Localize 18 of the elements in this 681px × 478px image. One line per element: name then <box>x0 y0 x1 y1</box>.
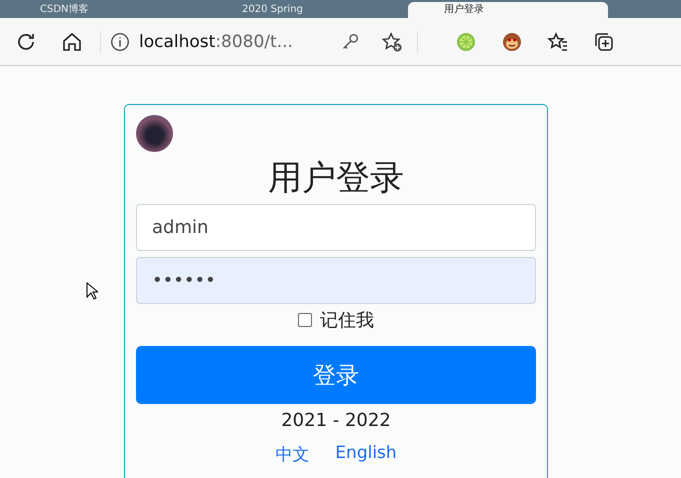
remember-checkbox[interactable] <box>298 313 312 327</box>
password-field[interactable]: •••••• <box>136 257 536 304</box>
pointer-cursor-icon <box>86 282 98 300</box>
favorites-icon[interactable] <box>546 30 570 54</box>
login-button[interactable]: 登录 <box>136 346 536 404</box>
copyright-years: 2021 - 2022 <box>281 410 391 432</box>
info-icon[interactable] <box>109 30 131 52</box>
browser-tab[interactable]: 2020 Spring <box>206 2 406 18</box>
language-link[interactable]: English <box>335 443 397 466</box>
browser-tab[interactable]: 用户登录 <box>408 2 608 18</box>
login-title: 用户登录 <box>268 158 404 198</box>
browser-tab[interactable]: CSDN博客 <box>4 2 204 18</box>
username-field[interactable]: admin <box>136 204 536 251</box>
add-favorite-icon[interactable] <box>381 30 403 52</box>
language-link[interactable]: 中文 <box>275 443 310 466</box>
remember-label: 记住我 <box>320 309 374 332</box>
url-text: localhost:8080/t... <box>139 32 294 52</box>
avatar-placeholder <box>136 115 173 152</box>
